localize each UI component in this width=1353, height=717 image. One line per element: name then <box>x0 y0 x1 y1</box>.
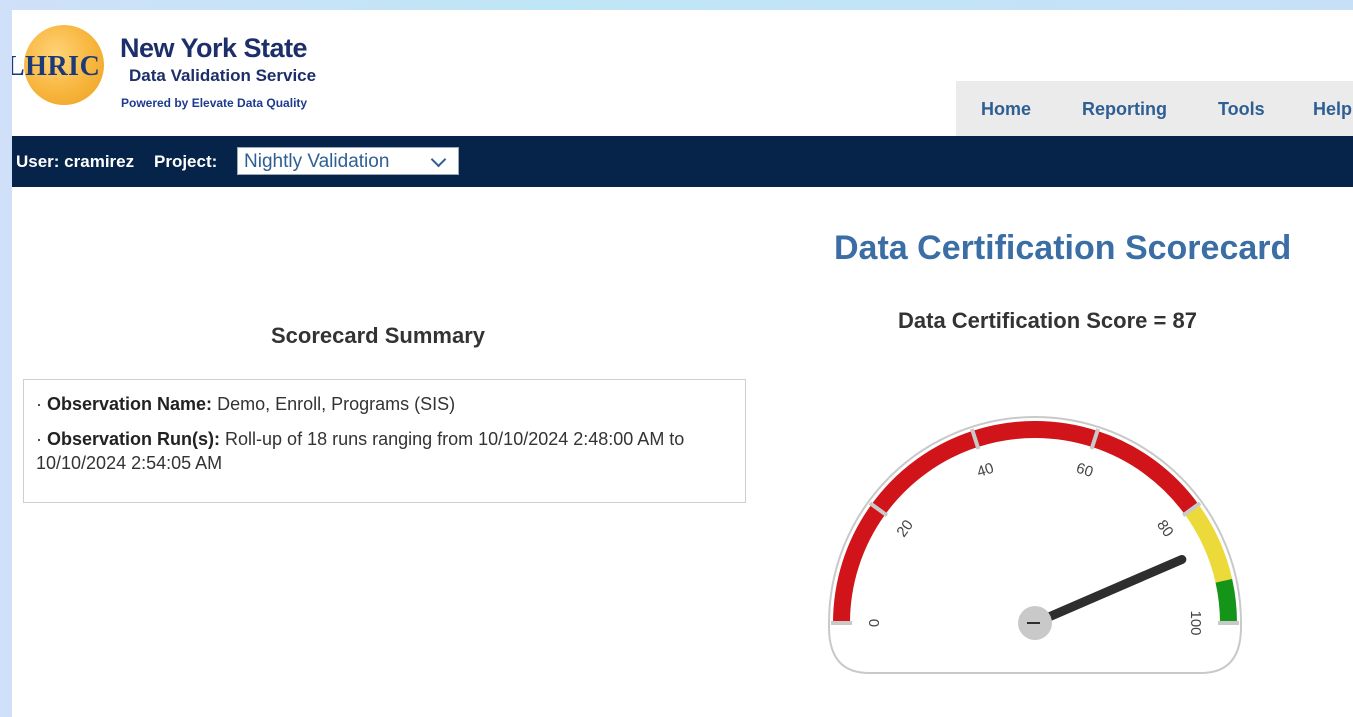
bullet: · <box>36 394 47 414</box>
score-gauge: 02040 6080100 <box>828 416 1242 674</box>
gauge-band-2 <box>1215 578 1237 624</box>
nav-home[interactable]: Home <box>981 99 1031 120</box>
chevron-down-icon <box>430 151 447 168</box>
user-label: User: cramirez <box>16 152 135 171</box>
header: LHRIC New York State Data Validation Ser… <box>12 10 1353 136</box>
project-label: Project: <box>154 152 218 171</box>
summary-title: Scorecard Summary <box>271 323 485 348</box>
project-select-value: Nightly Validation <box>244 151 390 172</box>
nav-help[interactable]: Help <box>1313 99 1352 120</box>
page: LHRIC New York State Data Validation Ser… <box>12 10 1353 717</box>
app-title: New York State <box>120 33 308 63</box>
powered-by: Powered by Elevate Data Quality <box>121 96 308 110</box>
scorecard-title: Data Certification Scorecard <box>834 229 1292 267</box>
logo-lhric: LHRIC <box>12 51 101 82</box>
gauge-label-0: 0 <box>866 619 883 627</box>
gauge-label-100: 100 <box>1187 610 1204 635</box>
summary-label: Observation Name: <box>47 394 213 414</box>
summary-value: Demo, Enroll, Programs (SIS) <box>217 394 456 414</box>
score-text: Data Certification Score = 87 <box>898 308 1197 333</box>
project-select[interactable]: Nightly Validation <box>237 147 459 175</box>
summary-item-observation-name: · Observation Name: Demo, Enroll, Progra… <box>36 392 733 416</box>
summary-label: Observation Run(s): <box>47 429 221 449</box>
summary-item-observation-runs: · Observation Run(s): Roll-up of 18 runs… <box>36 427 733 475</box>
summary-box: · Observation Name: Demo, Enroll, Progra… <box>23 379 746 503</box>
nav-tools[interactable]: Tools <box>1218 99 1265 120</box>
nav-reporting[interactable]: Reporting <box>1082 99 1167 120</box>
top-nav: Home Reporting Tools Help <box>956 81 1353 136</box>
app-subtitle: Data Validation Service <box>129 66 317 85</box>
user-bar: User: cramirez Project: Nightly Validati… <box>12 136 1353 187</box>
bullet: · <box>36 429 47 449</box>
